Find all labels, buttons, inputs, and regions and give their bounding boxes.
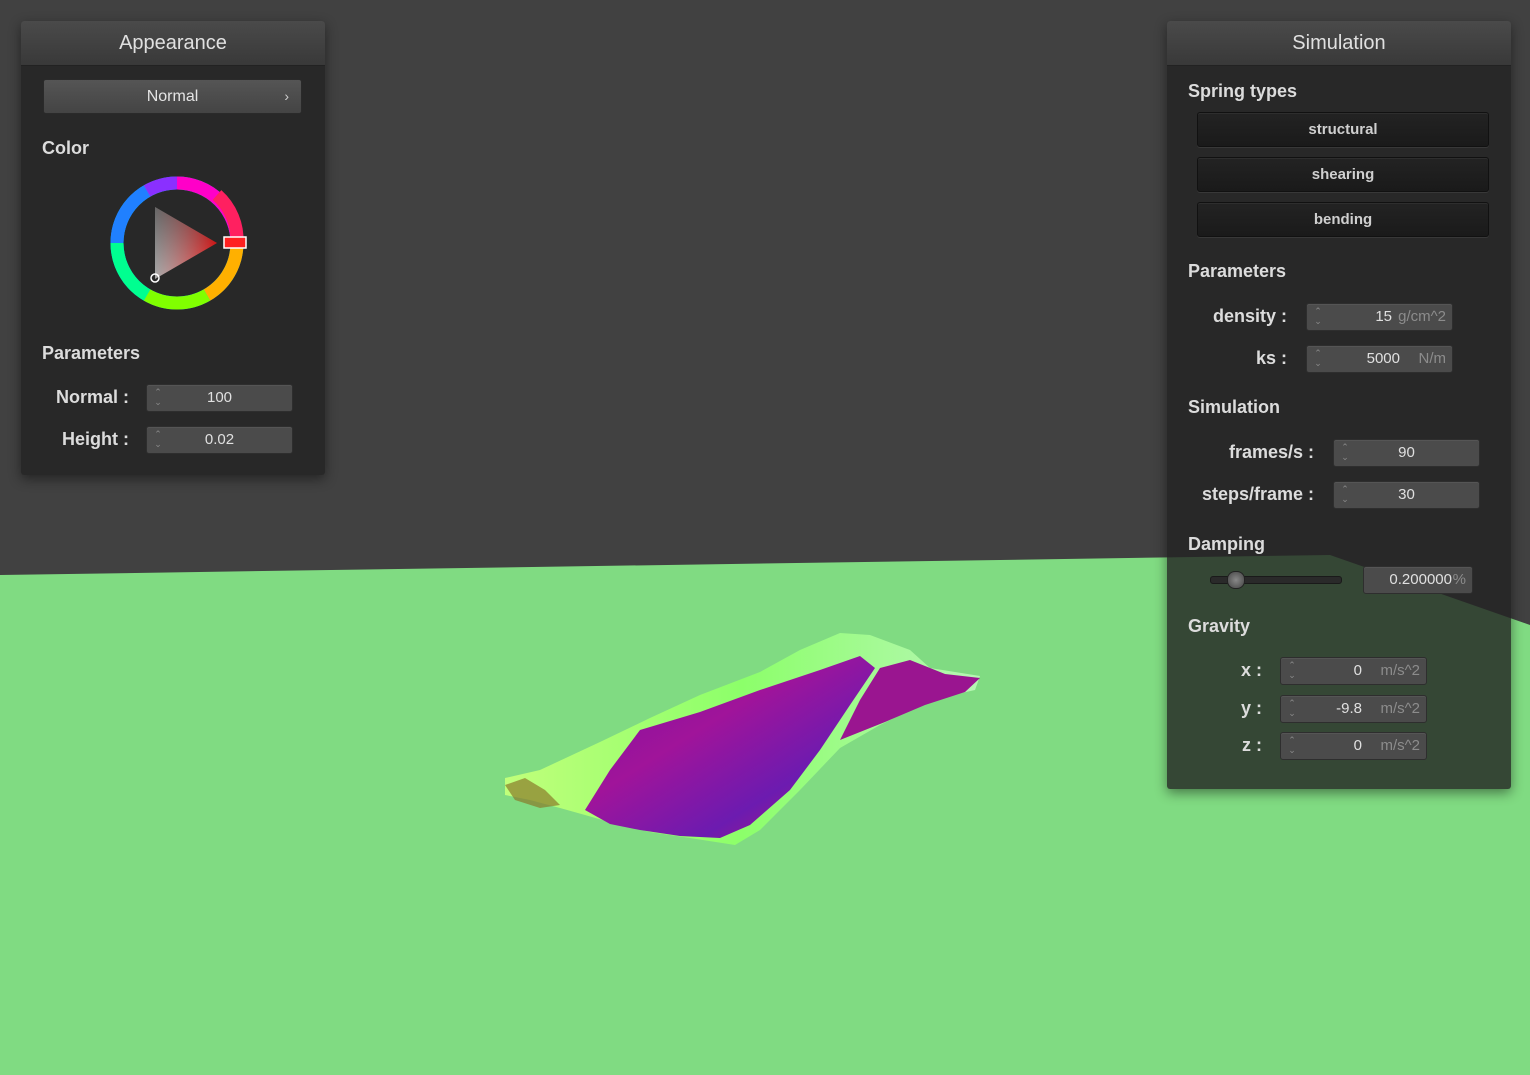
gravity-x-value: 0 (1353, 662, 1362, 679)
gravity-y-stepper[interactable]: ⌃ ⌄ -9.8 m/s^2 (1280, 695, 1427, 723)
spin-arrows-icon[interactable]: ⌃ ⌄ (1287, 698, 1297, 720)
spin-arrows-icon[interactable]: ⌃ ⌄ (1313, 348, 1323, 370)
gravity-z-value: 0 (1353, 737, 1362, 754)
appearance-panel: Appearance Normal › Color Parameters Nor… (21, 21, 325, 475)
normal-label: Normal : (55, 387, 129, 407)
damping-slider-handle[interactable] (1227, 571, 1245, 589)
ks-stepper[interactable]: ⌃ ⌄ 5000 N/m (1306, 345, 1453, 373)
height-value: 0.02 (204, 431, 235, 448)
normal-value: 100 (206, 389, 233, 406)
steps-per-frame-value: 30 (1398, 486, 1415, 503)
color-section-label: Color (42, 138, 89, 158)
gravity-label: Gravity (1188, 616, 1251, 636)
height-stepper[interactable]: ⌃ ⌄ 0.02 (146, 426, 293, 454)
damping-value-box[interactable]: 0.200000 % (1363, 566, 1473, 594)
height-label: Height : (62, 429, 129, 449)
gravity-x-stepper[interactable]: ⌃ ⌄ 0 m/s^2 (1280, 657, 1427, 685)
damping-slider[interactable] (1210, 571, 1342, 589)
gravity-z-unit: m/s^2 (1380, 737, 1420, 754)
damping-value: 0.200000 (1389, 571, 1452, 588)
steps-per-frame-label: steps/frame : (1201, 484, 1314, 504)
sim-simulation-label: Simulation (1188, 397, 1281, 417)
gravity-z-stepper[interactable]: ⌃ ⌄ 0 m/s^2 (1280, 732, 1427, 760)
ks-label: ks : (1255, 348, 1287, 368)
gravity-x-label: x : (1240, 660, 1262, 680)
spin-arrows-icon[interactable]: ⌃ ⌄ (1313, 306, 1323, 328)
gravity-x-unit: m/s^2 (1380, 662, 1420, 679)
shader-popup-label: Normal (146, 88, 199, 105)
frames-per-second-label: frames/s : (1228, 442, 1314, 462)
chevron-right-icon: › (284, 88, 289, 104)
frames-per-second-stepper[interactable]: ⌃ ⌄ 90 (1333, 439, 1480, 467)
sim-parameters-label: Parameters (1188, 261, 1287, 281)
bending-spring-toggle[interactable]: bending (1197, 202, 1489, 237)
spin-arrows-icon[interactable]: ⌃ ⌄ (1287, 660, 1297, 682)
ks-value: 5000 (1366, 350, 1400, 367)
frames-per-second-value: 90 (1398, 444, 1415, 461)
appearance-panel-title: Appearance (21, 21, 325, 66)
gravity-y-label: y : (1240, 698, 1262, 718)
gravity-z-label: z : (1242, 735, 1262, 755)
gravity-y-value: -9.8 (1336, 700, 1362, 717)
simulation-panel-title: Simulation (1167, 21, 1511, 66)
parameters-section-label: Parameters (42, 343, 141, 363)
ks-unit: N/m (1418, 350, 1447, 367)
density-value: 15 (1375, 308, 1392, 325)
shader-popup-button[interactable]: Normal › (43, 79, 302, 114)
steps-per-frame-stepper[interactable]: ⌃ ⌄ 30 (1333, 481, 1480, 509)
simulation-panel: Simulation Spring types structural shear… (1167, 21, 1511, 789)
density-label: density : (1212, 306, 1287, 326)
structural-spring-toggle[interactable]: structural (1197, 112, 1489, 147)
color-wheel-icon[interactable] (107, 175, 247, 315)
spring-types-label: Spring types (1188, 81, 1298, 101)
damping-unit: % (1452, 571, 1466, 588)
gravity-y-unit: m/s^2 (1380, 700, 1420, 717)
normal-stepper[interactable]: ⌃ ⌄ 100 (146, 384, 293, 412)
damping-label: Damping (1188, 534, 1266, 554)
density-stepper[interactable]: ⌃ ⌄ 15 g/cm^2 (1306, 303, 1453, 331)
density-unit: g/cm^2 (1398, 308, 1446, 325)
spin-arrows-icon[interactable]: ⌃ ⌄ (1287, 735, 1297, 757)
shearing-spring-toggle[interactable]: shearing (1197, 157, 1489, 192)
